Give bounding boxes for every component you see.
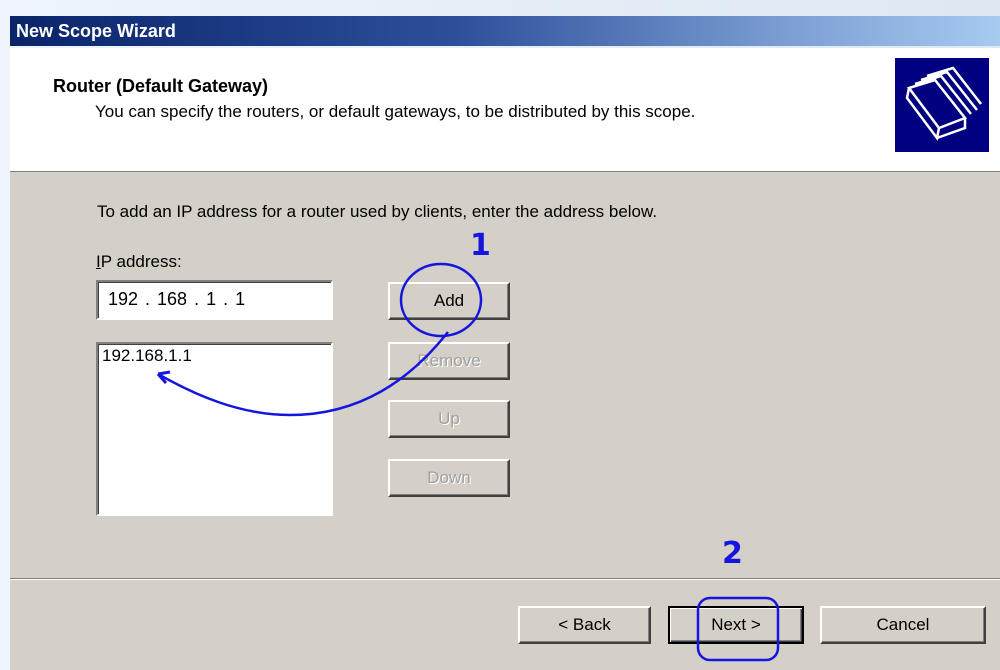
annotation-step-2: 2 [722,536,743,571]
wizard-header: Router (Default Gateway) You can specify… [10,48,1000,172]
down-button[interactable]: Down [388,459,510,497]
footer-separator [10,578,1000,580]
annotation-step-1: 1 [470,228,491,263]
instruction-text: To add an IP address for a router used b… [97,202,658,221]
ip-address-label: IP address: [96,252,182,271]
window-title: New Scope Wizard [10,16,1000,46]
list-item[interactable]: 192.168.1.1 [102,346,327,366]
next-button[interactable]: Next > [668,606,804,644]
cancel-button[interactable]: Cancel [820,606,986,644]
page-title: Router (Default Gateway) [53,76,269,96]
wizard-body: To add an IP address for a router used b… [10,172,1000,670]
page-subtitle: You can specify the routers, or default … [95,102,696,121]
router-list[interactable]: 192.168.1.1 [96,342,333,516]
up-button[interactable]: Up [388,400,510,438]
wizard-window: New Scope Wizard Router (Default Gateway… [0,0,1000,670]
back-button[interactable]: < Back [518,606,651,644]
ip-address-label-text: P address: [100,252,182,271]
folders-icon [895,58,989,152]
ip-address-input[interactable]: 192 . 168 . 1 . 1 [96,280,333,320]
remove-button[interactable]: Remove [388,342,510,380]
add-button[interactable]: Add [388,282,510,320]
